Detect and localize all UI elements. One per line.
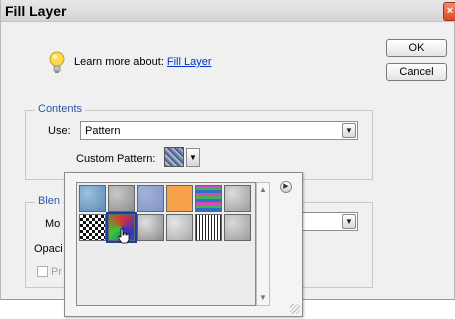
preserve-label: Pr [51, 266, 62, 278]
pattern-picker-popup: ▲ ▼ ▶ [64, 172, 303, 317]
learn-more-text: Learn more about: [74, 56, 164, 68]
chevron-down-icon[interactable]: ▼ [342, 214, 356, 229]
pattern-scrollbar[interactable]: ▲ ▼ [256, 182, 270, 306]
use-dropdown-value: Pattern [85, 125, 121, 137]
pattern-swatch-stripes-bw[interactable] [195, 214, 222, 241]
preserve-checkbox[interactable] [37, 266, 48, 277]
pattern-swatch-gray-clouds[interactable] [224, 214, 251, 241]
close-button[interactable]: × [443, 2, 455, 21]
cancel-button[interactable]: Cancel [386, 63, 447, 81]
blending-legend: Blen [35, 195, 64, 207]
pattern-swatch-bubbles[interactable] [79, 185, 106, 212]
scroll-up-icon[interactable]: ▲ [258, 184, 268, 196]
pattern-swatch-wrinkles[interactable] [108, 185, 135, 212]
fill-layer-help-link[interactable]: Fill Layer [167, 56, 212, 68]
use-label: Use: [48, 125, 71, 137]
chevron-down-icon[interactable]: ▼ [342, 123, 356, 138]
ok-button[interactable]: OK [386, 39, 447, 57]
pattern-swatch-gray-noise[interactable] [224, 185, 251, 212]
dialog-title: Fill Layer [5, 3, 67, 19]
scroll-down-icon[interactable]: ▼ [258, 292, 268, 304]
mode-label: Mo [45, 218, 61, 230]
lightbulb-icon [49, 51, 65, 73]
pattern-swatch-blue-fabric[interactable] [137, 185, 164, 212]
use-dropdown[interactable]: Pattern ▼ [80, 121, 358, 140]
custom-pattern-label: Custom Pattern: [76, 153, 156, 165]
title-bar: Fill Layer × [1, 0, 455, 22]
custom-pattern-swatch[interactable] [164, 147, 184, 167]
pattern-swatch-checker-bw[interactable] [79, 214, 106, 241]
contents-legend: Contents [35, 103, 86, 115]
hand-cursor-icon [118, 228, 130, 244]
learn-more: Learn more about: Fill Layer [74, 56, 212, 68]
picker-menu-button[interactable]: ▶ [280, 181, 292, 193]
pattern-swatch-rainbow-stripes[interactable] [195, 185, 222, 212]
pattern-swatch-orange[interactable] [166, 185, 193, 212]
custom-pattern-dropdown-button[interactable]: ▼ [186, 148, 200, 167]
pattern-grid [76, 182, 256, 306]
opacity-label: Opaci [34, 243, 63, 255]
pattern-swatch-gray-granite[interactable] [137, 214, 164, 241]
pattern-swatch-gray-mottled[interactable] [166, 214, 193, 241]
resize-grip-icon[interactable] [290, 304, 300, 314]
